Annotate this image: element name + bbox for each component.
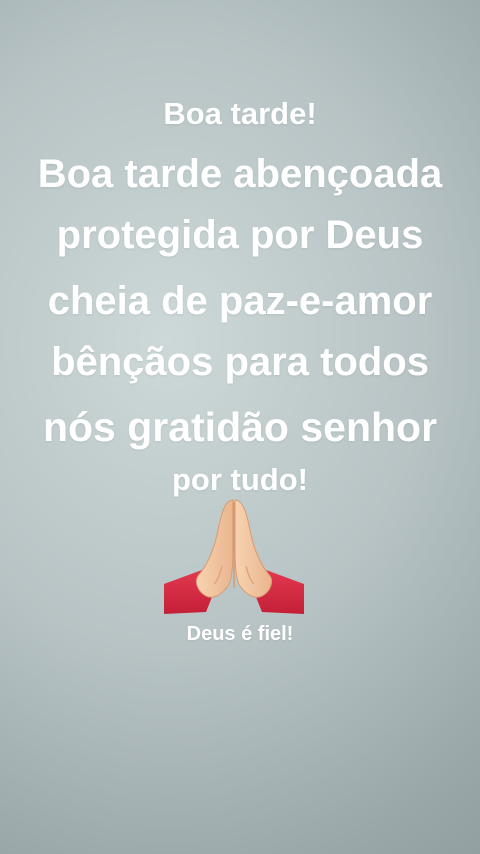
story-canvas: Boa tarde! Boa tarde abençoada protegida… xyxy=(0,0,480,854)
message-line-5: nós gratidão senhor xyxy=(42,404,438,450)
faith-text: Deus é fiel! xyxy=(186,623,294,645)
message-line-4: bênçãos para todos xyxy=(51,340,429,384)
closing-text: por tudo! xyxy=(171,462,308,497)
message-line-2: protegida por Deus xyxy=(56,213,424,257)
greeting-text: Boa tarde! xyxy=(163,96,317,131)
folded-hands-icon xyxy=(162,496,306,618)
message-line-3: cheia de paz-e-amor xyxy=(47,279,433,323)
message-line-1: Boa tarde abençoada xyxy=(37,152,443,196)
